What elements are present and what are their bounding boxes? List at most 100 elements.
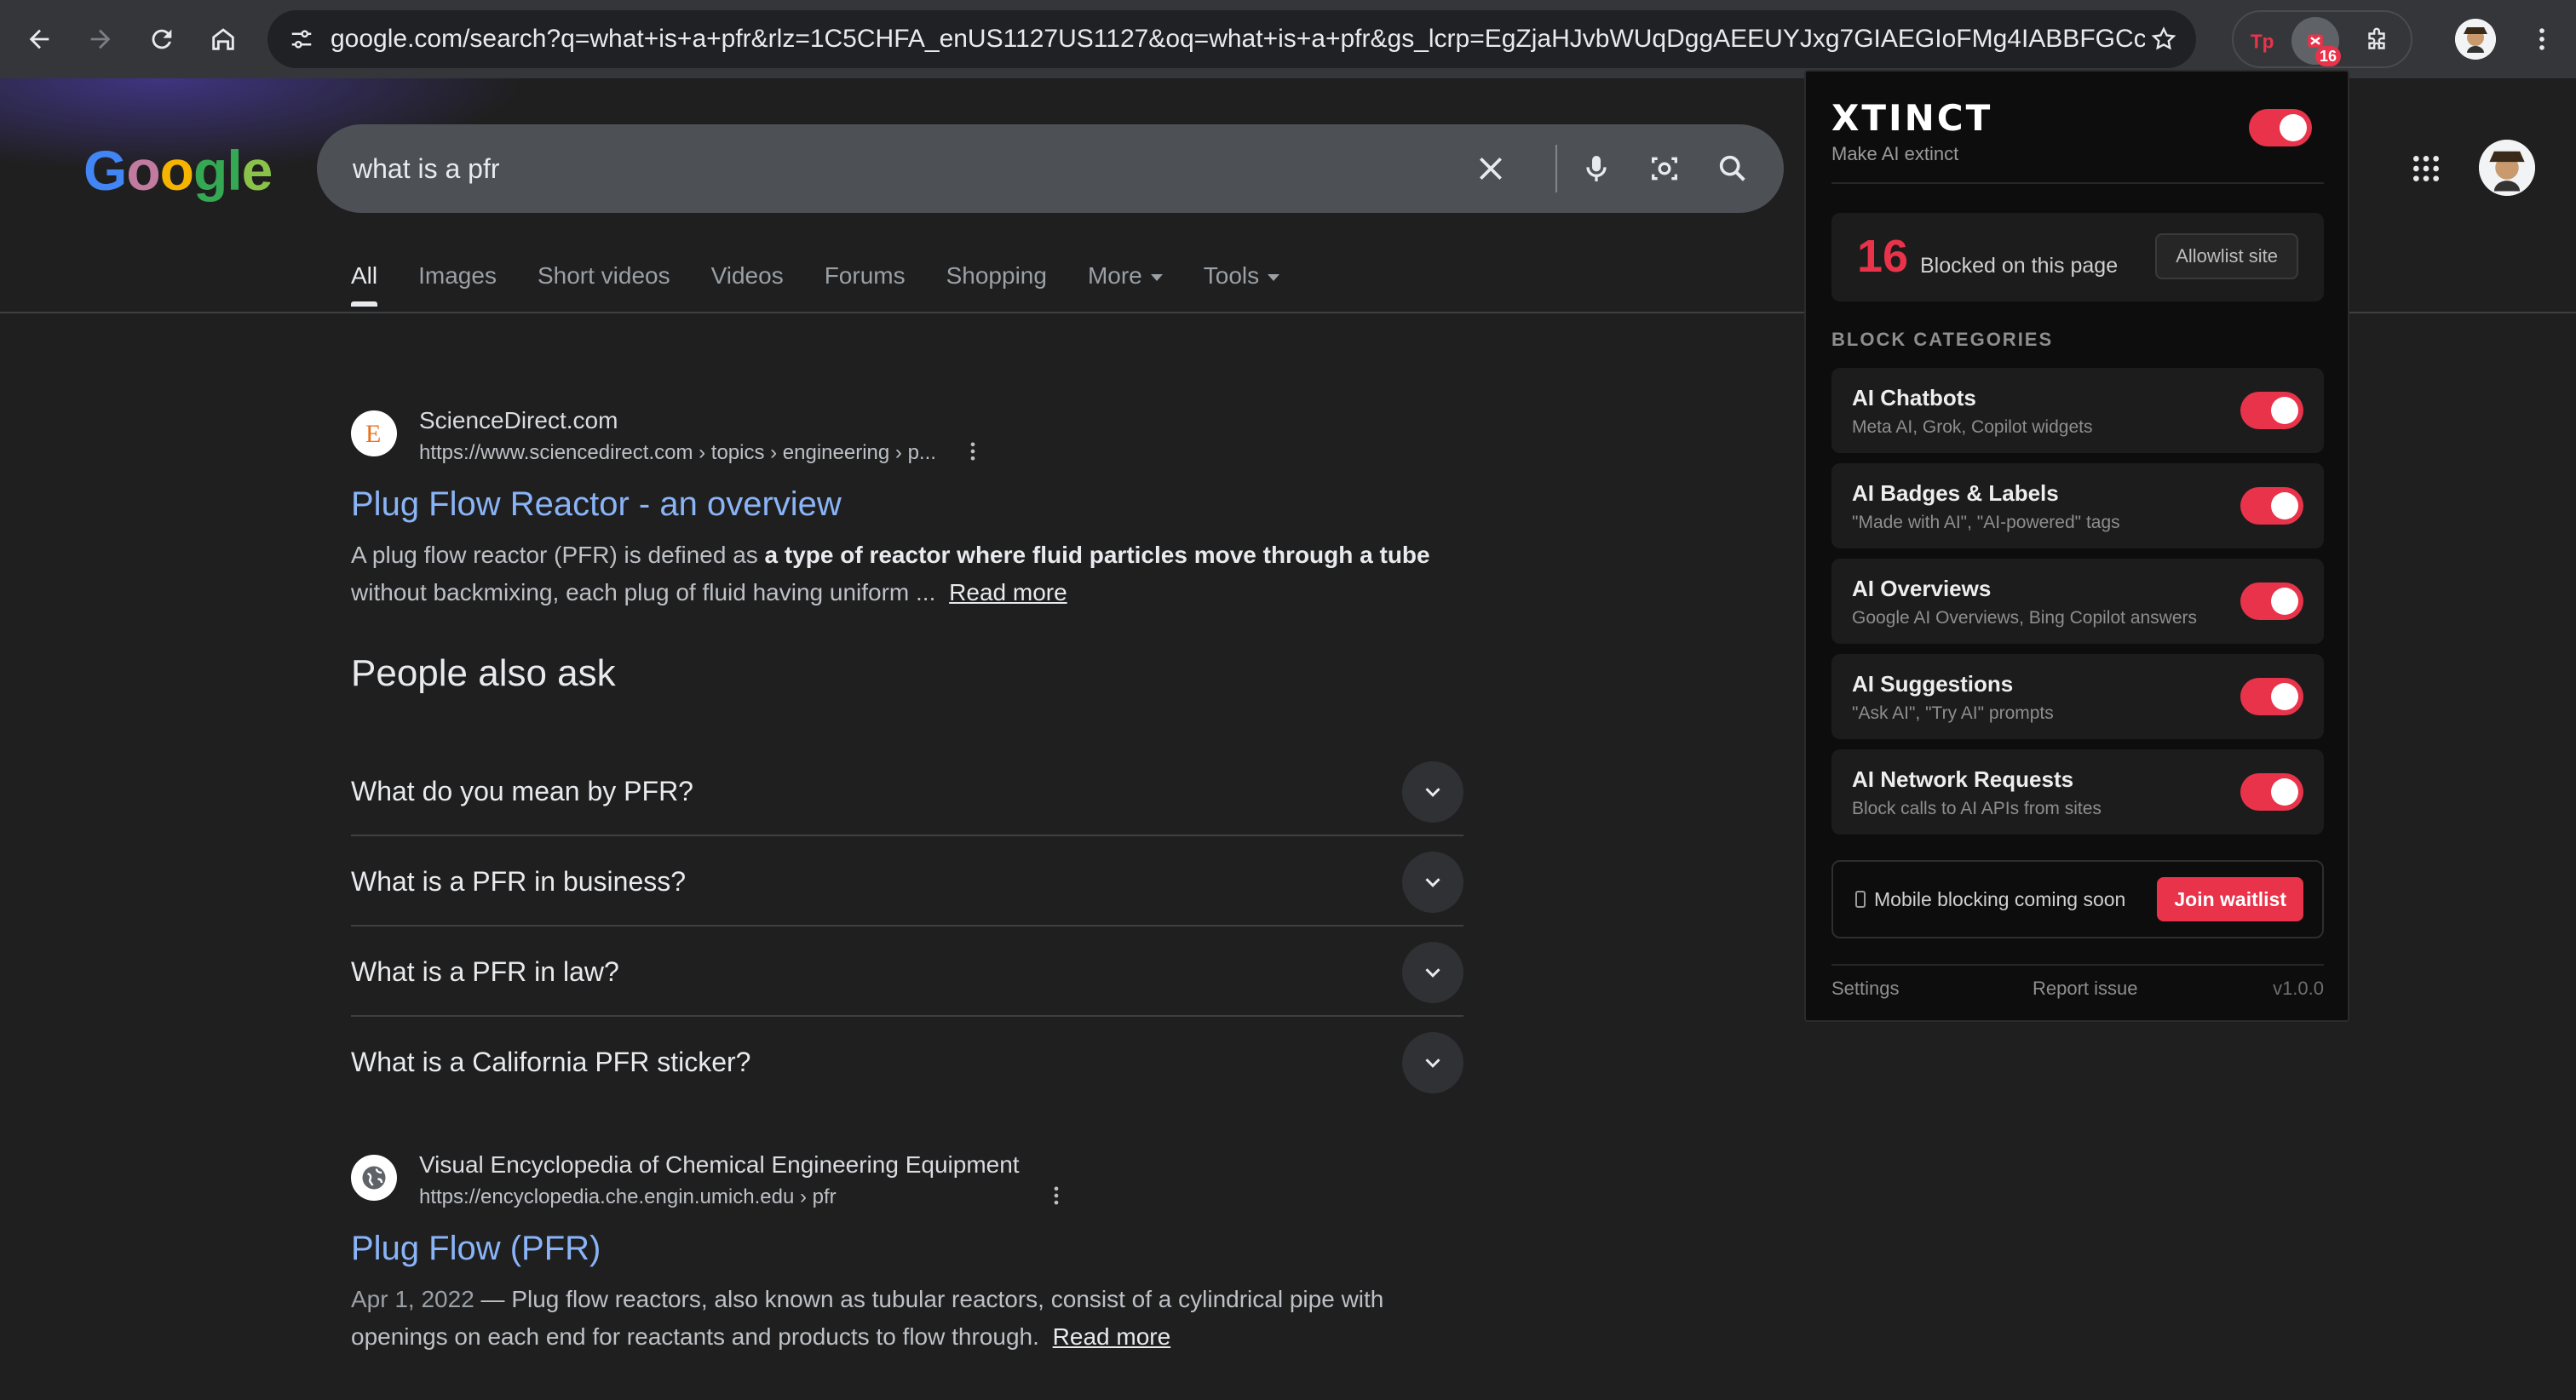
result-title-link[interactable]: Plug Flow Reactor - an overview (351, 485, 842, 524)
result-date: Apr 1, 2022 (351, 1286, 474, 1312)
kebab-menu-icon (2539, 28, 2544, 50)
search-box[interactable]: what is a pfr (317, 124, 1784, 213)
result-url[interactable]: https://encyclopedia.che.engin.umich.edu… (419, 1185, 837, 1209)
caret-down-icon (1150, 273, 1163, 281)
paa-question[interactable]: What is a PFR in law? (351, 927, 1463, 1017)
search-icon (1719, 155, 1745, 181)
search-query-text[interactable]: what is a pfr (353, 124, 500, 213)
read-more-link[interactable]: Read more (949, 579, 1067, 605)
paa-question-text: What is a PFR in business? (351, 866, 687, 897)
profile-avatar[interactable] (2455, 19, 2496, 60)
address-bar[interactable]: google.com/search?q=what+is+a+pfr&rlz=1C… (267, 10, 2196, 68)
version-label: v1.0.0 (2273, 978, 2324, 999)
paa-question-text: What is a PFR in law? (351, 956, 619, 987)
tab-images[interactable]: Images (418, 255, 497, 307)
tab-tools[interactable]: Tools (1204, 255, 1280, 307)
voice-search-button[interactable] (1574, 146, 1619, 191)
settings-link[interactable]: Settings (1831, 978, 1900, 1000)
category-toggle[interactable] (2240, 582, 2303, 620)
toggle-knob (2271, 492, 2298, 519)
tab-all[interactable]: All (351, 255, 378, 307)
popup-title: XTINCT (1831, 97, 1993, 139)
master-toggle[interactable] (2249, 109, 2312, 146)
phone-icon (1855, 891, 1866, 908)
search-divider (1555, 145, 1557, 192)
reload-button[interactable] (138, 15, 186, 63)
result-options-button[interactable] (957, 436, 988, 467)
forward-button[interactable] (77, 15, 124, 63)
paa-question-text: What is a California PFR sticker? (351, 1047, 751, 1077)
allowlist-site-button[interactable]: Allowlist site (2155, 233, 2298, 279)
home-button[interactable] (199, 15, 247, 63)
tab-videos[interactable]: Videos (711, 255, 784, 307)
svg-text:E: E (365, 420, 381, 448)
extension-tp-button[interactable]: Tp (2239, 17, 2286, 65)
back-button[interactable] (15, 15, 63, 63)
result-options-button[interactable] (1041, 1180, 1072, 1211)
read-more-link[interactable]: Read more (1053, 1323, 1171, 1350)
result-url[interactable]: https://www.sciencedirect.com › topics ›… (419, 441, 936, 465)
tab-more[interactable]: More (1088, 255, 1163, 307)
category-toggle[interactable] (2240, 487, 2303, 525)
category-name: AI Badges & Labels (1852, 480, 2059, 506)
join-waitlist-button[interactable]: Join waitlist (2157, 877, 2303, 921)
blocked-count-label: Blocked on this page (1920, 254, 2119, 278)
tab-shopping[interactable]: Shopping (946, 255, 1047, 307)
browser-toolbar: google.com/search?q=what+is+a+pfr&rlz=1C… (0, 0, 2576, 78)
toggle-knob (2271, 588, 2298, 615)
search-button[interactable] (1711, 146, 1755, 191)
snippet-text: without backmixing, each plug of fluid h… (351, 579, 943, 605)
url-text: google.com/search?q=what+is+a+pfr&rlz=1C… (331, 25, 2145, 53)
caret-down-icon (1268, 273, 1280, 281)
tab-forums[interactable]: Forums (825, 255, 906, 307)
puzzle-icon (2368, 27, 2385, 49)
toggle-knob (2271, 397, 2298, 424)
expand-button[interactable] (1402, 852, 1463, 913)
snippet-text: A plug flow reactor (PFR) is defined as (351, 542, 765, 568)
google-account-avatar[interactable] (2479, 140, 2535, 196)
category-ai-badges: AI Badges & Labels "Made with AI", "AI-p… (1831, 463, 2324, 548)
category-ai-suggestions: AI Suggestions "Ask AI", "Try AI" prompt… (1831, 654, 2324, 739)
toggle-knob (2271, 778, 2298, 806)
category-name: AI Overviews (1852, 576, 1992, 601)
result-site-name[interactable]: Visual Encyclopedia of Chemical Engineer… (419, 1151, 1020, 1179)
xtinct-popup: XTINCT Make AI extinct 16 Blocked on thi… (1804, 70, 2349, 1022)
kebab-menu-icon (1054, 1186, 1059, 1205)
result-title-link[interactable]: Plug Flow (PFR) (351, 1230, 601, 1268)
bookmark-star-icon[interactable] (2145, 20, 2182, 58)
mobile-waitlist-text: Mobile blocking coming soon (1855, 862, 2125, 937)
extensions-menu-button[interactable] (2353, 17, 2401, 65)
globe-icon (362, 1166, 386, 1190)
chrome-menu-button[interactable] (2518, 15, 2566, 63)
google-logo[interactable]: Google (83, 138, 273, 203)
elsevier-logo-icon: E (365, 420, 381, 448)
google-apps-button[interactable] (2407, 150, 2445, 187)
toggle-knob (2280, 114, 2307, 141)
tp-logo-icon: Tp (2251, 31, 2274, 53)
category-description: "Ask AI", "Try AI" prompts (1852, 703, 2054, 723)
paa-question[interactable]: What is a California PFR sticker? (351, 1017, 1463, 1107)
chevron-down-icon (1425, 968, 1440, 978)
expand-button[interactable] (1402, 942, 1463, 1003)
reload-icon (152, 29, 172, 49)
result-site-name[interactable]: ScienceDirect.com (419, 407, 618, 434)
clear-search-button[interactable] (1469, 146, 1513, 191)
category-toggle[interactable] (2240, 678, 2303, 715)
extension-xtinct-button[interactable]: 16 (2291, 17, 2341, 66)
category-toggle[interactable] (2240, 773, 2303, 811)
lens-search-button[interactable] (1642, 146, 1687, 191)
paa-question[interactable]: What do you mean by PFR? (351, 746, 1463, 836)
expand-button[interactable] (1402, 1032, 1463, 1093)
chevron-down-icon (1425, 878, 1440, 887)
site-info-icon[interactable] (283, 20, 320, 58)
avatar-icon (2479, 140, 2535, 196)
paa-question[interactable]: What is a PFR in business? (351, 836, 1463, 927)
kebab-menu-icon (970, 442, 975, 461)
category-description: Google AI Overviews, Bing Copilot answer… (1852, 608, 2198, 628)
tab-short-videos[interactable]: Short videos (538, 255, 670, 307)
expand-button[interactable] (1402, 761, 1463, 823)
close-icon (1480, 158, 1502, 180)
report-issue-link[interactable]: Report issue (2033, 978, 2138, 1000)
category-toggle[interactable] (2240, 392, 2303, 429)
popup-subtitle: Make AI extinct (1831, 143, 1959, 164)
